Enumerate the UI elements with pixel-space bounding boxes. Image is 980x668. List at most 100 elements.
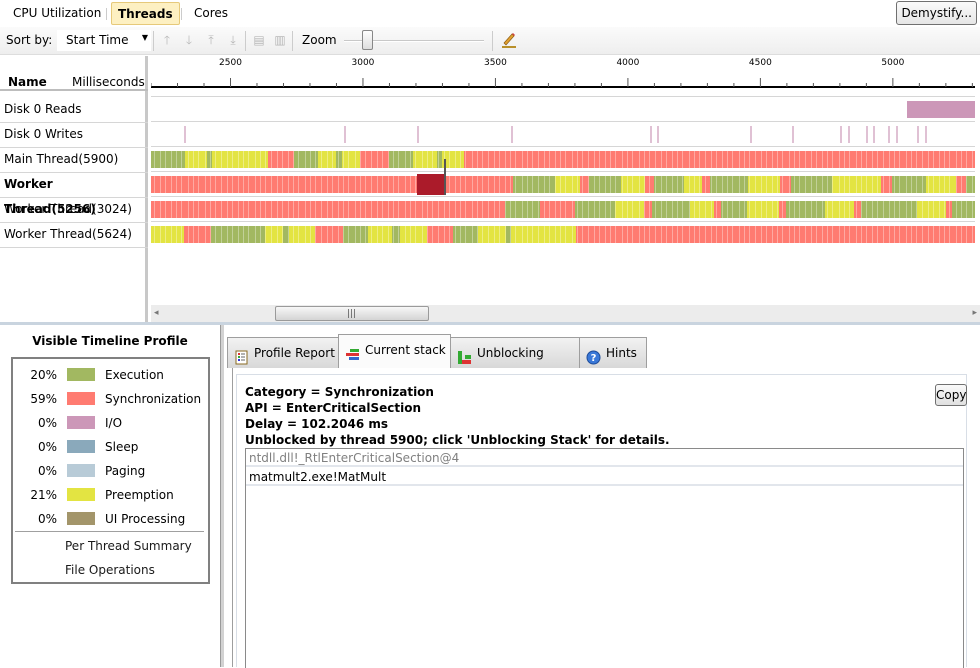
horizontal-splitter[interactable] [0, 322, 980, 325]
zoom-slider-thumb[interactable] [362, 30, 373, 50]
segment-boundary [481, 226, 483, 243]
scroll-left-icon[interactable]: ◂ [154, 308, 159, 318]
tab-profile-report[interactable]: Profile Report [227, 337, 339, 368]
segment-boundary [677, 201, 679, 218]
thread-row-label[interactable]: Worker Thread(5256) [4, 172, 145, 216]
thread-track[interactable] [151, 101, 975, 118]
preemption-segment[interactable] [916, 201, 946, 218]
io-event-mark[interactable] [657, 126, 660, 143]
segment-boundary [693, 151, 695, 168]
demystify-button[interactable]: Demystify... [896, 1, 977, 25]
segment-boundary [805, 176, 807, 193]
selected-segment[interactable] [417, 174, 444, 195]
move-down-icon[interactable]: 🡓 [182, 33, 196, 47]
segment-boundary [404, 176, 406, 193]
segment-boundary [443, 226, 445, 243]
thread-track[interactable] [151, 126, 975, 143]
io-event-mark[interactable] [792, 126, 795, 143]
move-up-icon[interactable]: 🡑 [160, 33, 174, 47]
timeline-horizontal-scrollbar[interactable]: ◂ ||| ▸ [151, 305, 980, 322]
execution-segment[interactable] [891, 176, 926, 193]
tab-cpu-utilization[interactable]: CPU Utilization [7, 2, 107, 25]
tab-cores[interactable]: Cores [188, 2, 234, 25]
io-event-mark[interactable] [895, 126, 898, 143]
thread-track[interactable] [151, 151, 975, 168]
sort-by-dropdown[interactable]: Start Time ▼ [57, 30, 151, 51]
file-operations-link[interactable]: File Operations [65, 563, 155, 577]
segment-boundary [460, 226, 462, 243]
io-event-mark[interactable] [511, 126, 514, 143]
vertical-splitter[interactable] [220, 325, 224, 667]
tab-current-stack[interactable]: Current stack [338, 334, 451, 369]
move-top-icon[interactable]: ⤒ [204, 33, 218, 47]
segment-boundary [577, 226, 579, 243]
scrollbar-thumb[interactable]: ||| [275, 306, 429, 321]
segment-boundary [343, 226, 345, 243]
io-segment[interactable] [907, 101, 975, 118]
thread-row-label[interactable]: Worker Thread(5624) [4, 222, 132, 247]
category-line: Category = Synchronization [245, 385, 434, 399]
io-event-mark[interactable] [866, 126, 869, 143]
synchronization-segment[interactable] [540, 201, 575, 218]
preemption-segment[interactable] [151, 226, 185, 243]
thread-row-label[interactable]: Disk 0 Reads [4, 97, 81, 122]
execution-segment[interactable] [151, 151, 186, 168]
thread-track[interactable] [151, 226, 975, 243]
stack-frame[interactable]: matmult2.exe!MatMult [246, 469, 963, 486]
segment-boundary [882, 176, 884, 193]
preemption-segment[interactable] [511, 226, 522, 243]
preemption-segment[interactable] [413, 151, 438, 168]
segment-boundary [615, 176, 617, 193]
collapse-icon[interactable]: ▥ [273, 33, 287, 47]
preemption-segment[interactable] [748, 176, 781, 193]
io-event-mark[interactable] [184, 126, 187, 143]
io-event-mark[interactable] [916, 126, 919, 143]
move-bottom-icon[interactable]: ⤓ [226, 33, 240, 47]
preemption-segment[interactable] [925, 176, 957, 193]
pencil-icon[interactable] [500, 31, 518, 49]
preemption-segment[interactable] [341, 151, 361, 168]
segment-boundary [765, 176, 767, 193]
thread-row-label[interactable]: Disk 0 Writes [4, 122, 83, 147]
execution-segment[interactable] [574, 201, 615, 218]
io-event-mark[interactable] [417, 126, 420, 143]
io-event-mark[interactable] [872, 126, 875, 143]
segment-boundary [187, 151, 189, 168]
execution-segment[interactable] [654, 176, 684, 193]
thread-track[interactable] [151, 174, 975, 195]
execution-segment[interactable] [965, 176, 975, 193]
segment-boundary [693, 226, 695, 243]
tab-hints[interactable]: ? Hints [579, 337, 647, 368]
tab-threads[interactable]: Threads [111, 2, 180, 25]
track-divider [151, 121, 975, 122]
expand-icon[interactable]: ▤ [252, 33, 266, 47]
copy-button[interactable]: Copy [935, 384, 967, 406]
thread-track[interactable] [151, 201, 975, 218]
io-event-mark[interactable] [847, 126, 850, 143]
segment-boundary [276, 151, 278, 168]
synchronization-segment[interactable] [643, 201, 652, 218]
tab-unblocking-stack[interactable]: Unblocking stack [450, 337, 580, 390]
segment-boundary [727, 176, 729, 193]
legend-item: 0% I/O [13, 413, 208, 433]
segment-boundary [615, 151, 617, 168]
segment-boundary [905, 226, 907, 243]
io-event-mark[interactable] [839, 126, 842, 143]
stack-frame[interactable]: ntdll.dll!_RtlEnterCriticalSection@4 [246, 450, 963, 467]
io-event-mark[interactable] [749, 126, 752, 143]
segment-boundary [204, 176, 206, 193]
io-event-mark[interactable] [924, 126, 927, 143]
segment-boundary [448, 176, 450, 193]
segment-boundary [760, 151, 762, 168]
preemption-segment[interactable] [621, 176, 646, 193]
thread-row-label[interactable]: Worker Thread(3024) [4, 197, 132, 222]
thread-row-label[interactable]: Main Thread(5900) [4, 147, 118, 172]
per-thread-summary-link[interactable]: Per Thread Summary [65, 539, 192, 553]
segment-boundary [276, 226, 278, 243]
io-event-mark[interactable] [887, 126, 890, 143]
preemption-segment[interactable] [747, 201, 779, 218]
scroll-right-icon[interactable]: ▸ [972, 308, 977, 318]
io-event-mark[interactable] [650, 126, 653, 143]
segment-boundary [371, 226, 373, 243]
io-event-mark[interactable] [344, 126, 347, 143]
